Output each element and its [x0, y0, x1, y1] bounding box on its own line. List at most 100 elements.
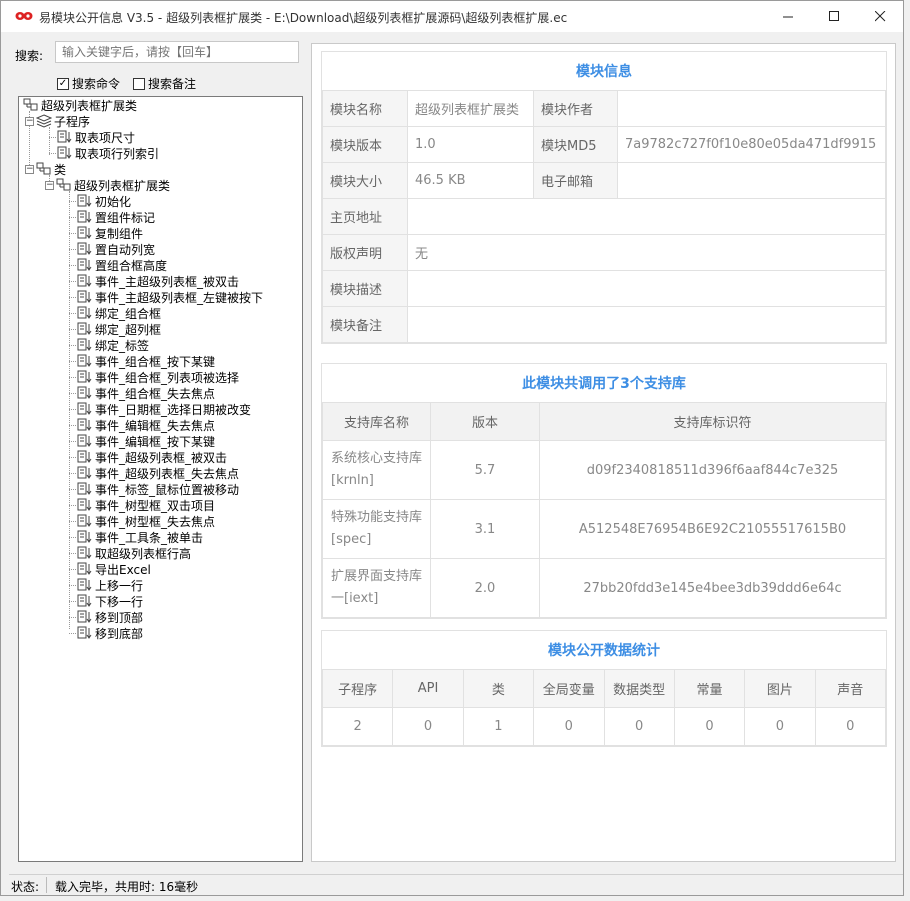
tree-item[interactable]: 事件_编辑框_按下某键 — [77, 433, 215, 449]
module-version-value: 1.0 — [407, 126, 534, 163]
tree-item-label: 事件_工具条_被单击 — [95, 530, 204, 545]
method-icon — [77, 514, 93, 528]
tree-item[interactable]: 绑定_超列框 — [77, 321, 161, 337]
tree-line — [69, 409, 76, 410]
module-size-label: 模块大小 — [322, 162, 408, 199]
tree-item[interactable]: 置组合框高度 — [77, 257, 167, 273]
class-icon — [56, 178, 72, 192]
module-tree[interactable]: 超级列表框扩展类 − 子程序 取表项尺寸 取表项行列索引 − 类 − 超级列表框… — [18, 96, 303, 862]
tree-line — [49, 127, 50, 155]
lib-id: 27bb20fdd3e145e4bee3db39ddd6e64c — [539, 558, 886, 618]
tree-line — [69, 249, 76, 250]
tree-item[interactable]: 绑定_标签 — [77, 337, 149, 353]
module-info-table: 模块名称 超级列表框扩展类 模块作者 模块版本 1.0 模块MD5 7a9782… — [322, 90, 886, 343]
stat-header: 声音 — [814, 669, 887, 708]
search-command-checkbox[interactable]: ✓ 搜索命令 — [57, 75, 120, 92]
main-window: 易模块公开信息 V3.5 - 超级列表框扩展类 - E:\Download\超级… — [0, 0, 904, 896]
tree-line — [69, 425, 76, 426]
tree-item[interactable]: 事件_组合框_按下某键 — [77, 353, 215, 369]
tree-root[interactable]: 超级列表框扩展类 — [23, 97, 137, 113]
module-name-label: 模块名称 — [322, 90, 408, 127]
tree-subprog-group-label: 子程序 — [54, 114, 91, 129]
search-note-label: 搜索备注 — [148, 77, 197, 91]
tree-class-group[interactable]: − 类 — [25, 161, 66, 177]
collapse-icon: − — [25, 115, 34, 126]
table-row: 特殊功能支持库[spec] 3.1 A512548E76954B6E92C210… — [322, 499, 886, 559]
tree-item[interactable]: 取表项行列索引 — [57, 145, 159, 161]
tree-line — [69, 329, 76, 330]
tree-item[interactable]: 事件_树型框_失去焦点 — [77, 513, 215, 529]
tree-item[interactable]: 事件_超级列表框_失去焦点 — [77, 465, 239, 481]
module-size-value: 46.5 KB — [407, 162, 534, 199]
method-icon — [77, 418, 93, 432]
tree-item[interactable]: 下移一行 — [77, 593, 143, 609]
search-input[interactable] — [55, 41, 299, 63]
tree-item-label: 上移一行 — [95, 578, 144, 593]
lib-name: 特殊功能支持库[spec] — [322, 499, 431, 559]
status-divider — [46, 877, 47, 893]
search-command-label: 搜索命令 — [72, 77, 121, 91]
tree-item[interactable]: 取表项尺寸 — [57, 129, 135, 145]
close-icon — [874, 11, 885, 22]
method-icon — [77, 242, 93, 256]
tree-item[interactable]: 置自动列宽 — [77, 241, 155, 257]
tree-line — [69, 457, 76, 458]
table-row: 扩展界面支持库一[iext] 2.0 27bb20fdd3e145e4bee3d… — [322, 558, 886, 618]
tree-item[interactable]: 事件_主超级列表框_被双击 — [77, 273, 239, 289]
method-icon — [77, 594, 93, 608]
tree-item[interactable]: 事件_组合框_列表项被选择 — [77, 369, 239, 385]
tree-item-label: 下移一行 — [95, 594, 144, 609]
stat-header: API — [392, 669, 464, 708]
tree-item[interactable]: 事件_标签_鼠标位置被移动 — [77, 481, 239, 497]
tree-line — [69, 569, 76, 570]
tree-item[interactable]: 绑定_组合框 — [77, 305, 161, 321]
module-note-label: 模块备注 — [322, 306, 408, 343]
tree-item[interactable]: 事件_主超级列表框_左键被按下 — [77, 289, 263, 305]
method-icon — [77, 290, 93, 304]
tree-item[interactable]: 移到底部 — [77, 625, 143, 641]
status-bar: 状态: 载入完毕，共用时: 16毫秒 — [9, 874, 903, 895]
tree-item[interactable]: 事件_树型框_双击项目 — [77, 497, 215, 513]
collapse-icon: − — [45, 179, 54, 190]
minimize-button[interactable] — [765, 1, 811, 32]
tree-item[interactable]: 事件_超级列表框_被双击 — [77, 449, 227, 465]
window-title: 易模块公开信息 V3.5 - 超级列表框扩展类 - E:\Download\超级… — [39, 11, 568, 25]
close-button[interactable] — [857, 1, 903, 32]
tree-item[interactable]: 导出Excel — [77, 561, 151, 577]
tree-line — [69, 393, 76, 394]
method-icon — [77, 354, 93, 368]
tree-line — [69, 233, 76, 234]
tree-item[interactable]: 上移一行 — [77, 577, 143, 593]
tree-class-node[interactable]: − 超级列表框扩展类 — [45, 177, 170, 193]
stats-title: 模块公开数据统计 — [548, 643, 660, 659]
collapse-icon: − — [25, 163, 34, 174]
stat-value: 1 — [462, 707, 535, 746]
lib-name: 扩展界面支持库一[iext] — [322, 558, 431, 618]
tree-item[interactable]: 事件_工具条_被单击 — [77, 529, 203, 545]
tree-item-label: 置自动列宽 — [95, 242, 156, 257]
tree-item[interactable]: 置组件标记 — [77, 209, 155, 225]
tree-item[interactable]: 事件_组合框_失去焦点 — [77, 385, 215, 401]
tree-subprog-group[interactable]: − 子程序 — [25, 113, 90, 129]
module-icon — [23, 98, 39, 112]
minimize-icon — [782, 16, 793, 18]
maximize-button[interactable] — [811, 1, 857, 32]
tree-item[interactable]: 初始化 — [77, 193, 131, 209]
tree-item-label: 事件_主超级列表框_被双击 — [95, 274, 240, 289]
tree-item-label: 置组件标记 — [95, 210, 156, 225]
method-icon — [57, 130, 73, 144]
tree-item[interactable]: 移到顶部 — [77, 609, 143, 625]
stat-header: 数据类型 — [603, 669, 675, 708]
tree-line — [69, 617, 76, 618]
search-note-checkbox[interactable]: 搜索备注 — [133, 75, 196, 92]
tree-item[interactable]: 复制组件 — [77, 225, 143, 241]
tree-item-label: 事件_超级列表框_被双击 — [95, 450, 228, 465]
module-homepage-label: 主页地址 — [322, 198, 408, 235]
table-row: 2 0 1 0 0 0 0 0 — [321, 707, 887, 746]
method-icon — [77, 194, 93, 208]
method-icon — [77, 546, 93, 560]
tree-item[interactable]: 事件_日期框_选择日期被改变 — [77, 401, 251, 417]
tree-item[interactable]: 取超级列表框行高 — [77, 545, 191, 561]
module-desc-label: 模块描述 — [322, 270, 408, 307]
tree-item[interactable]: 事件_编辑框_失去焦点 — [77, 417, 215, 433]
